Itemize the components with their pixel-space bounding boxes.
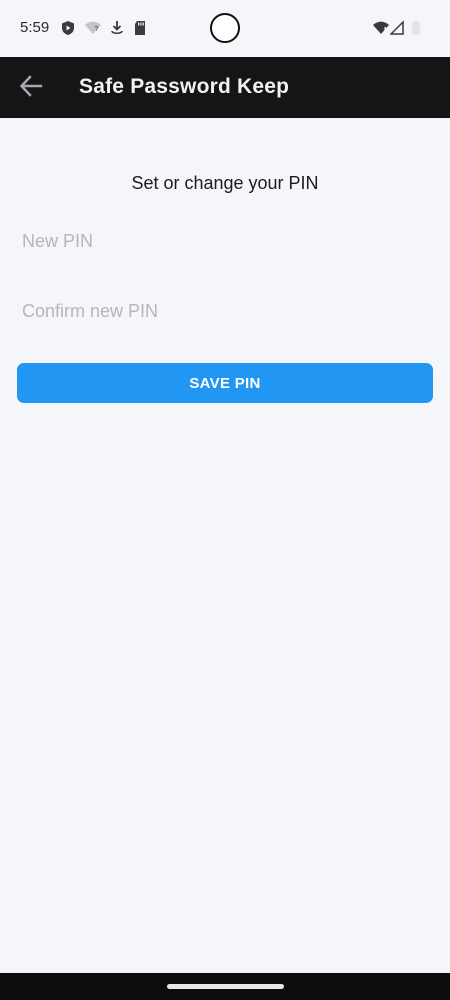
toolbar-title: Safe Password Keep [79, 75, 290, 98]
sd-card-icon [133, 20, 149, 36]
signal-icon [389, 20, 406, 36]
arrow-left-icon [18, 73, 44, 104]
status-bar: 5:59 ? [0, 0, 450, 57]
status-time: 5:59 [20, 19, 50, 36]
navigation-bar [0, 973, 450, 1000]
shield-icon [60, 20, 76, 36]
back-button[interactable] [10, 67, 52, 109]
wifi-question-icon: ? [84, 20, 101, 36]
svg-text:?: ? [95, 26, 99, 33]
camera-cutout [210, 13, 240, 43]
wifi-icon [372, 20, 389, 36]
battery-icon [411, 20, 427, 36]
confirm-pin-field[interactable] [18, 289, 432, 333]
home-gesture-handle[interactable] [167, 984, 284, 989]
app-toolbar: Safe Password Keep [0, 57, 450, 118]
pin-heading: Set or change your PIN [131, 173, 319, 193]
save-pin-button[interactable]: SAVE PIN [17, 363, 433, 403]
app-screen: 5:59 ? Safe Password Keep Set or change … [0, 0, 450, 1000]
new-pin-field[interactable] [18, 219, 432, 263]
download-icon [110, 20, 126, 36]
